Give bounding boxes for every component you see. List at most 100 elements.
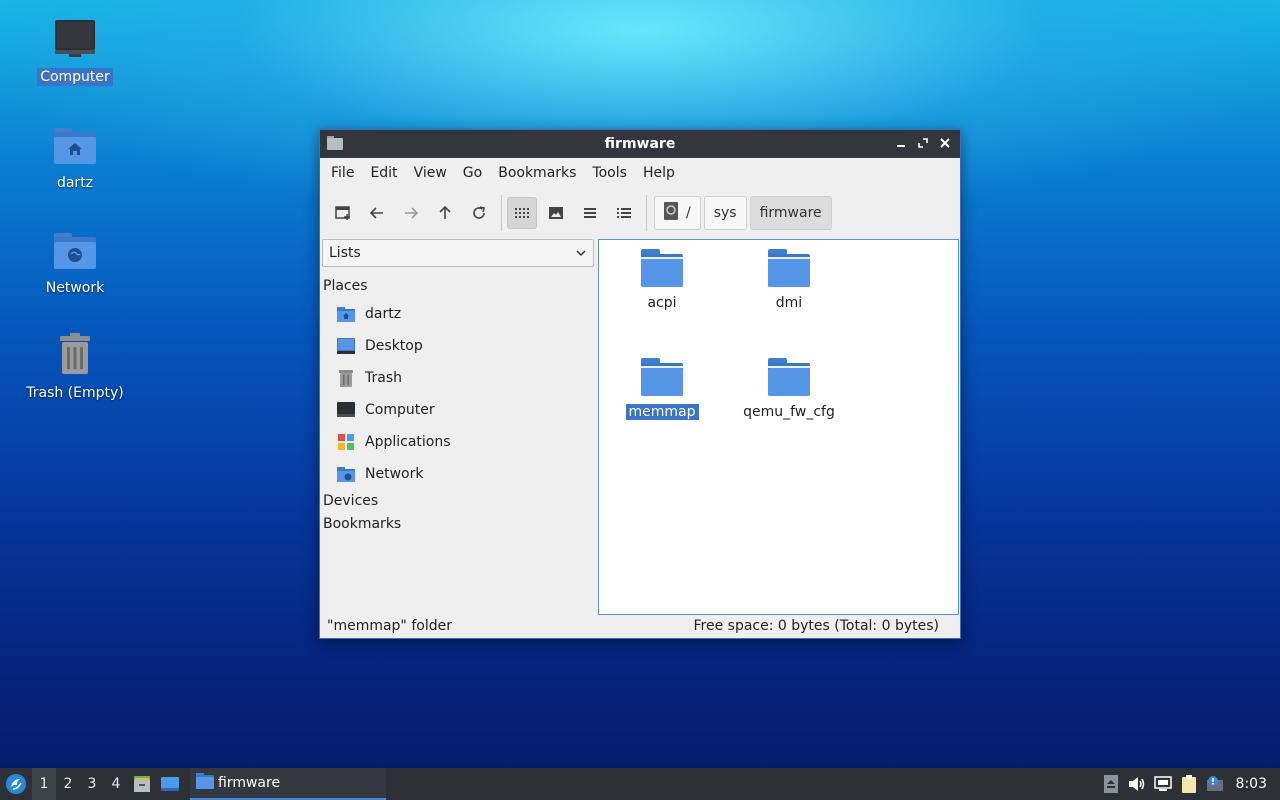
- drive-icon: [664, 202, 678, 224]
- sidebar-section-bookmarks[interactable]: Bookmarks: [323, 516, 401, 532]
- window-titlebar[interactable]: firmware: [320, 130, 960, 158]
- desktop-icon-label: dartz: [56, 175, 94, 191]
- sidebar-item-label: Network: [365, 466, 424, 482]
- sidebar-item-label: Trash: [365, 370, 402, 386]
- reload-button[interactable]: [464, 197, 494, 229]
- compact-view-button[interactable]: [575, 197, 605, 229]
- clock[interactable]: 8:03: [1228, 776, 1280, 792]
- sidebar-item-trash[interactable]: Trash: [336, 365, 402, 391]
- trash-icon: [336, 368, 356, 388]
- sidebar-section-devices[interactable]: Devices: [323, 493, 378, 509]
- desktop-icon-home[interactable]: dartz: [10, 122, 140, 192]
- show-desktop-button[interactable]: [156, 768, 184, 800]
- menu-go[interactable]: Go: [455, 165, 490, 181]
- eject-button[interactable]: [1098, 768, 1124, 800]
- taskbar-task-firmware[interactable]: firmware: [190, 768, 386, 800]
- sidebar-item-home[interactable]: dartz: [336, 301, 401, 327]
- file-manager-window: firmware File Edit View Go Bookmarks Too…: [319, 129, 961, 639]
- up-icon: [439, 205, 451, 219]
- folder-icon: [196, 773, 214, 793]
- sidebar-mode-select[interactable]: Lists: [322, 239, 594, 267]
- sidebar-item-label: Desktop: [365, 338, 423, 354]
- desktop-icon-network[interactable]: Network: [10, 227, 140, 297]
- path-root-button[interactable]: /: [654, 196, 701, 230]
- minimize-button[interactable]: [892, 135, 910, 153]
- folder-name: qemu_fw_cfg: [743, 404, 835, 420]
- compact-view-icon: [584, 208, 596, 218]
- sidebar-item-desktop[interactable]: Desktop: [336, 333, 423, 359]
- status-free-space: Free space: 0 bytes (Total: 0 bytes): [693, 618, 940, 634]
- eject-icon: [1103, 775, 1118, 793]
- menu-bookmarks[interactable]: Bookmarks: [490, 165, 584, 181]
- sidebar-item-label: Applications: [365, 434, 451, 450]
- forward-button[interactable]: [396, 197, 426, 229]
- lubuntu-logo-icon: [6, 774, 26, 794]
- workspace-3[interactable]: 3: [80, 768, 104, 800]
- clipboard-button[interactable]: [1176, 768, 1202, 800]
- detailed-list-view-button[interactable]: [609, 197, 639, 229]
- thumbnail-view-button[interactable]: [541, 197, 571, 229]
- folder-item[interactable]: acpi: [607, 249, 717, 311]
- maximize-icon: [918, 138, 928, 148]
- new-tab-button[interactable]: [328, 197, 358, 229]
- file-manager-launcher[interactable]: [128, 768, 156, 800]
- path-root-label: /: [686, 205, 691, 221]
- folder-name: acpi: [647, 295, 677, 311]
- icon-view-button[interactable]: [507, 197, 537, 229]
- workspace-1[interactable]: 1: [32, 768, 56, 800]
- sidebar-section-places[interactable]: Places: [323, 278, 368, 294]
- home-folder-icon: [51, 122, 99, 170]
- file-cabinet-icon: [134, 776, 150, 792]
- sidebar: Lists Places dartz Desktop Trash Compute…: [320, 238, 596, 610]
- up-button[interactable]: [430, 197, 460, 229]
- sidebar-item-computer[interactable]: Computer: [336, 397, 435, 423]
- status-selection: "memmap" folder: [327, 618, 452, 634]
- notification-button[interactable]: [1202, 768, 1228, 800]
- detailed-list-view-icon: [617, 208, 631, 218]
- chevron-down-icon: [575, 247, 587, 263]
- network-wired-icon: [1153, 776, 1172, 791]
- volume-button[interactable]: [1124, 768, 1150, 800]
- folder-icon: [327, 136, 343, 150]
- network-status-button[interactable]: [1150, 768, 1176, 800]
- desktop-icon-computer[interactable]: Computer: [10, 16, 140, 86]
- taskbar-task-label: firmware: [218, 775, 281, 791]
- maximize-button[interactable]: [914, 135, 932, 153]
- path-segment-sys[interactable]: sys: [703, 196, 747, 230]
- thumbnail-view-icon: [549, 207, 563, 219]
- menu-bar: File Edit View Go Bookmarks Tools Help: [320, 158, 960, 188]
- menu-tools[interactable]: Tools: [584, 165, 635, 181]
- menu-edit[interactable]: Edit: [362, 165, 405, 181]
- menu-help[interactable]: Help: [635, 165, 683, 181]
- computer-icon: [336, 400, 356, 420]
- desktop-icon-label: Computer: [37, 68, 113, 86]
- menu-file[interactable]: File: [323, 165, 362, 181]
- desktop-icon-trash[interactable]: Trash (Empty): [10, 332, 140, 402]
- desktop-icon-label: Network: [45, 280, 105, 296]
- clipboard-icon: [1181, 775, 1196, 793]
- volume-icon: [1128, 777, 1144, 791]
- file-view[interactable]: acpi dmi memmap qemu_fw_cfg: [598, 239, 959, 615]
- taskbar: 1 2 3 4 firmware 8:03: [0, 768, 1280, 800]
- network-folder-icon: [51, 227, 99, 275]
- path-segment-firmware[interactable]: firmware: [749, 196, 832, 230]
- icon-view-icon: [515, 208, 529, 218]
- home-folder-icon: [336, 304, 356, 324]
- folder-item[interactable]: qemu_fw_cfg: [734, 358, 844, 420]
- sidebar-item-network[interactable]: Network: [336, 461, 423, 487]
- menu-view[interactable]: View: [406, 165, 455, 181]
- toolbar-separator: [501, 195, 502, 231]
- folder-item-selected[interactable]: memmap: [607, 358, 717, 420]
- trash-icon: [51, 332, 99, 380]
- back-icon: [369, 207, 383, 219]
- start-menu-button[interactable]: [0, 768, 32, 800]
- folder-item[interactable]: dmi: [734, 249, 844, 311]
- back-button[interactable]: [362, 197, 392, 229]
- workspace-2[interactable]: 2: [56, 768, 80, 800]
- sidebar-item-applications[interactable]: Applications: [336, 429, 451, 455]
- sidebar-item-label: dartz: [365, 306, 402, 322]
- workspace-4[interactable]: 4: [104, 768, 128, 800]
- applications-icon: [336, 432, 356, 452]
- folder-icon: [641, 249, 683, 287]
- close-button[interactable]: [936, 135, 954, 153]
